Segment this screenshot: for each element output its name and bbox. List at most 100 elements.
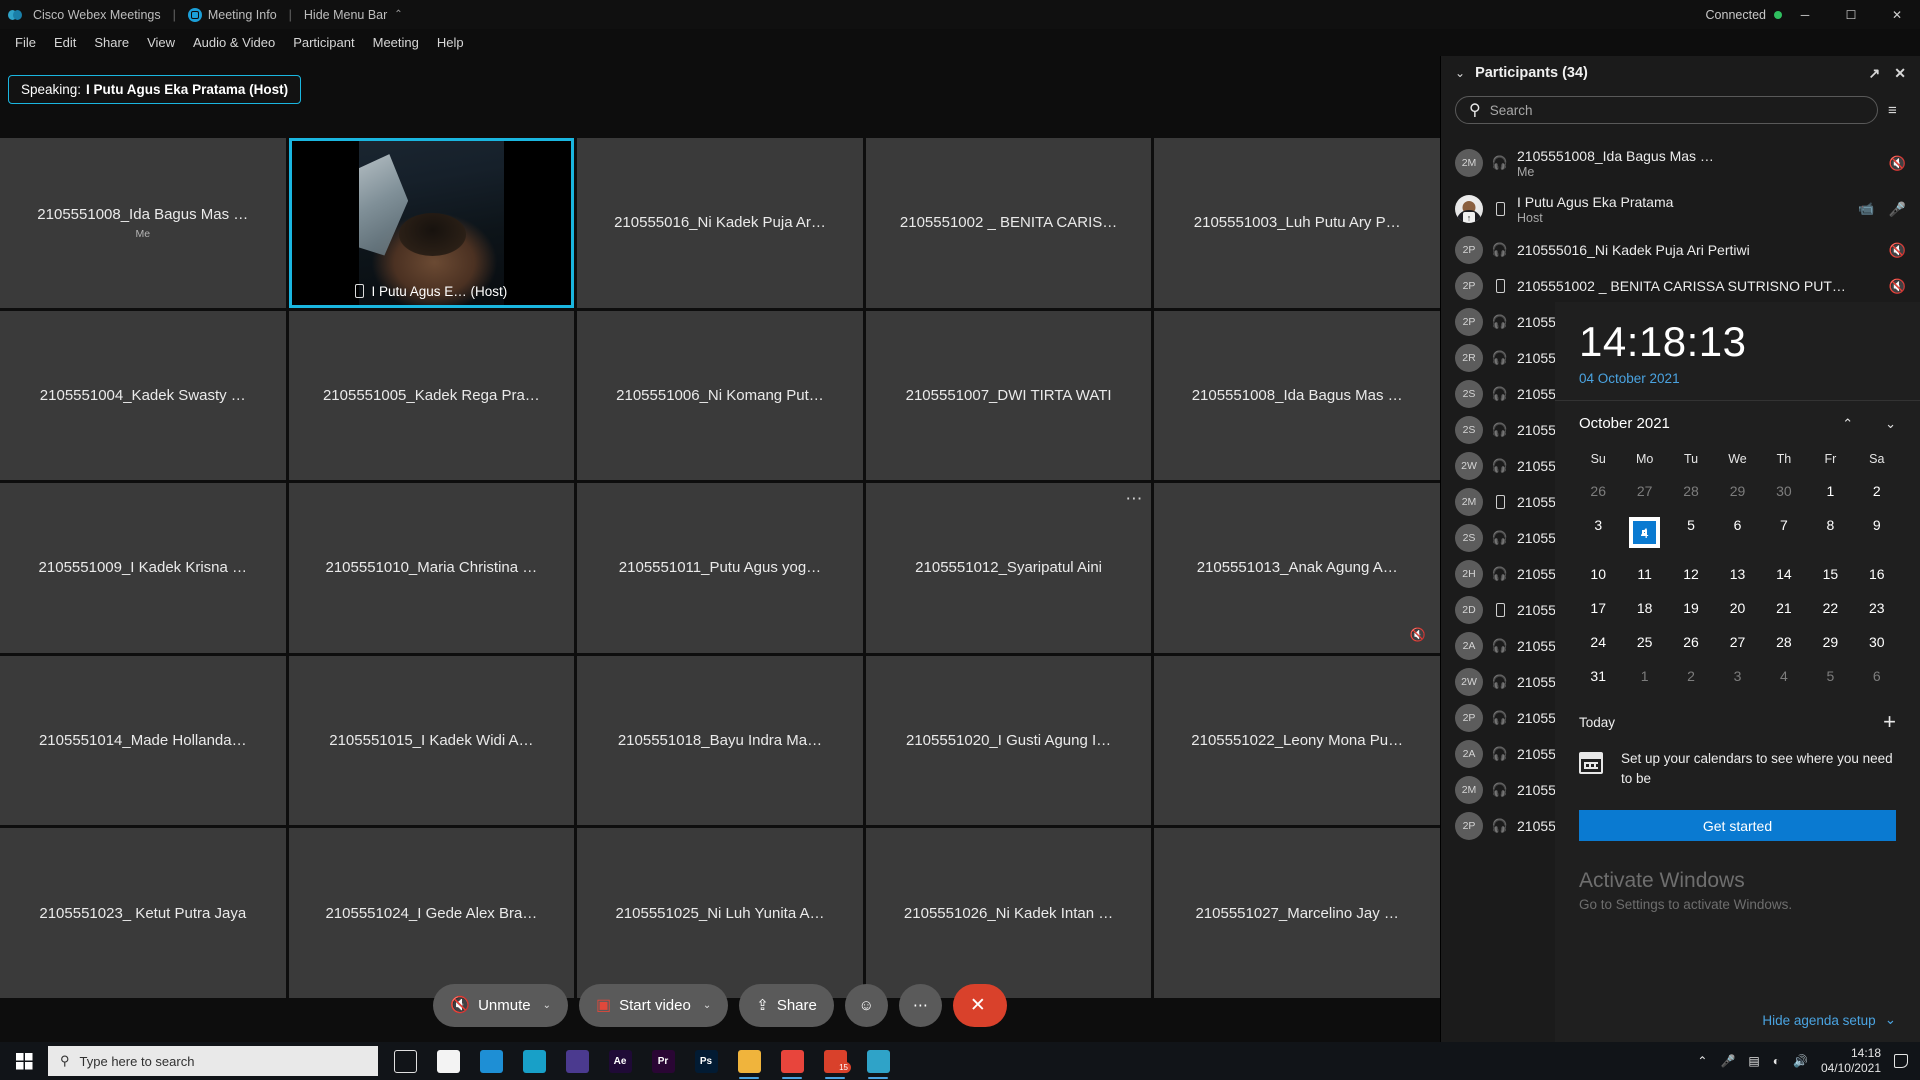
video-tile[interactable]: I Putu Agus E… (Host) — [288, 138, 575, 308]
mic-muted-icon[interactable]: 🔇 — [1889, 155, 1906, 172]
video-tile[interactable]: 2105551011_Putu Agus yog… — [577, 483, 863, 653]
after-effects-icon[interactable]: Ae — [601, 1042, 639, 1080]
end-meeting-button[interactable]: ✕ — [952, 983, 1007, 1027]
video-tile[interactable]: 2105551008_Ida Bagus Mas … Me — [0, 138, 286, 308]
calendar-day-cell[interactable]: 2 — [1668, 659, 1714, 693]
task-view-icon[interactable] — [386, 1042, 424, 1080]
calendar-day-cell[interactable]: 30 — [1761, 474, 1807, 508]
telegram-icon[interactable]: 15 — [816, 1042, 854, 1080]
taskbar-clock[interactable]: 14:18 04/10/2021 — [1821, 1046, 1881, 1076]
participant-row[interactable]: 2P 🎧 210555016_Ni Kadek Puja Ari Pertiwi 🔇 — [1441, 232, 1920, 268]
participant-row[interactable]: 2P 2105551002 _ BENITA CARISSA SUTRISNO P… — [1441, 268, 1920, 304]
mic-active-icon[interactable]: 🎤 — [1889, 201, 1906, 218]
calendar-day-cell[interactable]: 3 — [1714, 659, 1760, 693]
close-panel-icon[interactable]: ✕ — [1894, 65, 1906, 82]
menu-file[interactable]: File — [6, 32, 45, 53]
video-tile[interactable]: 2105551010_Maria Christina … — [288, 483, 575, 653]
calendar-day-cell[interactable]: 4 — [1621, 508, 1667, 557]
hide-agenda-setup-button[interactable]: Hide agenda setup ⌄ — [1762, 1012, 1896, 1028]
calendar-day-cell[interactable]: 4 — [1761, 659, 1807, 693]
calendar-day-cell[interactable]: 5 — [1668, 508, 1714, 557]
calendar-day-cell[interactable]: 7 — [1761, 508, 1807, 557]
menu-share[interactable]: Share — [85, 32, 138, 53]
share-button[interactable]: ⇪ Share — [739, 983, 834, 1027]
calendar-day-cell[interactable]: 5 — [1807, 659, 1853, 693]
add-event-icon[interactable]: + — [1883, 709, 1896, 735]
webex-icon[interactable] — [859, 1042, 897, 1080]
close-button[interactable]: ✕ — [1874, 0, 1920, 29]
video-tile[interactable]: 2105551015_I Kadek Widi A… — [288, 655, 575, 826]
menu-edit[interactable]: Edit — [45, 32, 85, 53]
calendar-day-cell[interactable]: 17 — [1575, 591, 1621, 625]
menu-meeting[interactable]: Meeting — [364, 32, 428, 53]
calendar-day-cell[interactable]: 18 — [1621, 591, 1667, 625]
meeting-info-button[interactable]: Meeting Info — [187, 7, 277, 22]
participant-row[interactable]: ↑ I Putu Agus Eka Pratama Host 📹 🎤 — [1441, 186, 1920, 232]
current-date[interactable]: 04 October 2021 — [1579, 371, 1896, 386]
video-tile[interactable]: 2105551006_Ni Komang Put… — [577, 310, 863, 481]
menu-participant[interactable]: Participant — [284, 32, 363, 53]
calendar-day-cell[interactable]: 1 — [1621, 659, 1667, 693]
calendar-day-cell[interactable]: 12 — [1668, 557, 1714, 591]
video-tile[interactable]: 2105551018_Bayu Indra Ma… — [577, 655, 863, 826]
calendar-day-cell[interactable]: 16 — [1854, 557, 1900, 591]
mic-muted-icon[interactable]: 🔇 — [1889, 242, 1906, 259]
calendar-day-cell[interactable]: 14 — [1761, 557, 1807, 591]
calendar-day-cell[interactable]: 6 — [1714, 508, 1760, 557]
video-tile[interactable]: 2105551012_Syaripatul Aini ⋯ — [865, 483, 1152, 653]
calendar-day-cell[interactable]: 10 — [1575, 557, 1621, 591]
calendar-day-cell[interactable]: 2 — [1854, 474, 1900, 508]
calendar-day-cell[interactable]: 27 — [1621, 474, 1667, 508]
video-tile[interactable]: 2105551004_Kadek Swasty … — [0, 310, 286, 481]
app-purple-icon[interactable] — [558, 1042, 596, 1080]
edge-icon[interactable] — [515, 1042, 553, 1080]
collapse-chevron-icon[interactable]: ⌄ — [1455, 66, 1465, 80]
calendar-prev-icon[interactable]: ⌃ — [1842, 416, 1853, 432]
hide-menu-bar-button[interactable]: Hide Menu Bar ⌃ — [304, 8, 403, 22]
video-tile[interactable]: 2105551005_Kadek Rega Pra… — [288, 310, 575, 481]
search-input[interactable] — [1489, 102, 1864, 118]
sort-icon[interactable]: ≡ — [1888, 102, 1908, 119]
calendar-day-cell[interactable]: 31 — [1575, 659, 1621, 693]
volume-icon[interactable]: 🔊 — [1793, 1054, 1808, 1068]
tray-chevron-up-icon[interactable]: ⌃ — [1697, 1054, 1707, 1068]
chevron-down-icon[interactable]: ⌄ — [543, 1000, 551, 1011]
calendar-day-cell[interactable]: 21 — [1761, 591, 1807, 625]
maximize-button[interactable]: ☐ — [1828, 0, 1874, 29]
calendar-day-cell[interactable]: 23 — [1854, 591, 1900, 625]
calendar-day-cell[interactable]: 19 — [1668, 591, 1714, 625]
calendar-day-cell[interactable]: 13 — [1714, 557, 1760, 591]
file-explorer-icon[interactable] — [730, 1042, 768, 1080]
mail-icon[interactable] — [472, 1042, 510, 1080]
menu-help[interactable]: Help — [428, 32, 473, 53]
calendar-day-cell[interactable]: 24 — [1575, 625, 1621, 659]
popout-panel-icon[interactable]: ↗ — [1869, 65, 1881, 82]
calendar-day-cell[interactable]: 6 — [1854, 659, 1900, 693]
wifi-icon[interactable]: ◐ — [1773, 1054, 1780, 1068]
calendar-day-cell[interactable]: 26 — [1668, 625, 1714, 659]
notification-icon[interactable] — [1894, 1054, 1908, 1068]
calendar-month-title[interactable]: October 2021 — [1579, 415, 1670, 432]
calendar-day-cell[interactable]: 8 — [1807, 508, 1853, 557]
mic-icon[interactable]: 🎤 — [1720, 1054, 1735, 1068]
premiere-pro-icon[interactable]: Pr — [644, 1042, 682, 1080]
video-tile[interactable]: 2105551014_Made Hollanda… — [0, 655, 286, 826]
chevron-down-icon-video[interactable]: ⌄ — [703, 1000, 711, 1011]
calendar-day-cell[interactable]: 25 — [1621, 625, 1667, 659]
start-button[interactable] — [0, 1042, 48, 1080]
search-box[interactable]: ⚲ — [1455, 96, 1878, 124]
video-tile[interactable]: 2105551009_I Kadek Krisna … — [0, 483, 286, 653]
calendar-day-cell[interactable]: 22 — [1807, 591, 1853, 625]
video-tile[interactable]: 2105551007_DWI TIRTA WATI — [865, 310, 1152, 481]
calendar-day-cell[interactable]: 27 — [1714, 625, 1760, 659]
calendar-day-cell[interactable]: 20 — [1714, 591, 1760, 625]
get-started-button[interactable]: Get started — [1579, 810, 1896, 842]
calendar-day-cell[interactable]: 1 — [1807, 474, 1853, 508]
calendar-day-cell[interactable]: 29 — [1714, 474, 1760, 508]
calendar-day-cell[interactable]: 29 — [1807, 625, 1853, 659]
participant-row[interactable]: 2M 🎧 2105551008_Ida Bagus Mas … Me 🔇 — [1441, 140, 1920, 186]
chrome-icon[interactable] — [773, 1042, 811, 1080]
video-tile[interactable]: 2105551022_Leony Mona Pu… — [1154, 655, 1440, 826]
calendar-day-cell[interactable]: 28 — [1668, 474, 1714, 508]
tile-more-icon[interactable]: ⋯ — [1125, 489, 1143, 509]
